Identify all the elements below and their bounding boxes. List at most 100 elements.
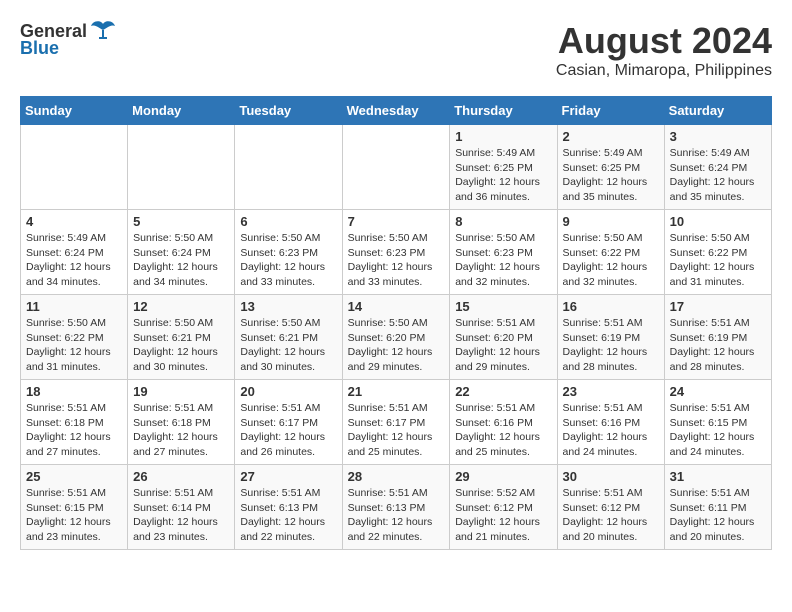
day-number: 18 bbox=[26, 384, 122, 399]
calendar-cell-w5-d5: 29Sunrise: 5:52 AM Sunset: 6:12 PM Dayli… bbox=[450, 465, 557, 550]
calendar-cell-w2-d3: 6Sunrise: 5:50 AM Sunset: 6:23 PM Daylig… bbox=[235, 210, 342, 295]
calendar-cell-w5-d2: 26 Sunrise: 5:51 AM Sunset: 6:14 PM Dayli… bbox=[128, 465, 235, 550]
title-area: August 2024 Casian, Mimaropa, Philippine… bbox=[556, 20, 772, 80]
calendar-week-1: 1 Sunrise: 5:49 AM Sunset: 6:25 PM Daylig… bbox=[21, 125, 772, 210]
day-info: Sunrise: 5:52 AM Sunset: 6:12 PM Dayligh… bbox=[455, 486, 551, 545]
day-number: 22 bbox=[455, 384, 551, 399]
logo-bird-icon bbox=[89, 20, 117, 42]
calendar-cell-w3-d6: 16 Sunrise: 5:51 AM Sunset: 6:19 PM Dayli… bbox=[557, 295, 664, 380]
day-number: 2 bbox=[563, 129, 659, 144]
day-number: 30 bbox=[563, 469, 659, 484]
header-saturday: Saturday bbox=[664, 97, 771, 125]
calendar-cell-w5-d1: 25 Sunrise: 5:51 AM Sunset: 6:15 PM Dayli… bbox=[21, 465, 128, 550]
header: General Blue August 2024 Casian, Mimarop… bbox=[20, 20, 772, 80]
day-info: Sunrise: 5:51 AM Sunset: 6:16 PM Dayligh… bbox=[455, 401, 551, 460]
day-info: Sunrise: 5:51 AM Sunset: 6:18 PM Dayligh… bbox=[26, 401, 122, 460]
day-number: 16 bbox=[563, 299, 659, 314]
day-info: Sunrise: 5:51 AM Sunset: 6:19 PM Dayligh… bbox=[563, 316, 659, 375]
day-info: Sunrise: 5:51 AM Sunset: 6:15 PM Dayligh… bbox=[670, 401, 766, 460]
header-wednesday: Wednesday bbox=[342, 97, 450, 125]
day-info: Sunrise: 5:51 AM Sunset: 6:16 PM Dayligh… bbox=[563, 401, 659, 460]
day-info: Sunrise: 5:51 AM Sunset: 6:17 PM Dayligh… bbox=[240, 401, 336, 460]
day-number: 23 bbox=[563, 384, 659, 399]
calendar-cell-w2-d4: 7Sunrise: 5:50 AM Sunset: 6:23 PM Daylig… bbox=[342, 210, 450, 295]
day-number: 26 bbox=[133, 469, 229, 484]
calendar-cell-w2-d2: 5 Sunrise: 5:50 AM Sunset: 6:24 PM Daylig… bbox=[128, 210, 235, 295]
day-info: Sunrise: 5:50 AM Sunset: 6:20 PM Dayligh… bbox=[348, 316, 445, 375]
calendar-cell-w5-d4: 28 Sunrise: 5:51 AM Sunset: 6:13 PM Dayli… bbox=[342, 465, 450, 550]
calendar-cell-w3-d1: 11 Sunrise: 5:50 AM Sunset: 6:22 PM Dayli… bbox=[21, 295, 128, 380]
day-number: 8 bbox=[455, 214, 551, 229]
day-info: Sunrise: 5:50 AM Sunset: 6:22 PM Dayligh… bbox=[670, 231, 766, 290]
calendar-week-3: 11 Sunrise: 5:50 AM Sunset: 6:22 PM Dayli… bbox=[21, 295, 772, 380]
calendar-cell-w4-d7: 24Sunrise: 5:51 AM Sunset: 6:15 PM Dayli… bbox=[664, 380, 771, 465]
day-number: 27 bbox=[240, 469, 336, 484]
calendar-table: SundayMondayTuesdayWednesdayThursdayFrid… bbox=[20, 96, 772, 550]
day-number: 28 bbox=[348, 469, 445, 484]
day-info: Sunrise: 5:49 AM Sunset: 6:25 PM Dayligh… bbox=[563, 146, 659, 205]
day-number: 1 bbox=[455, 129, 551, 144]
day-number: 19 bbox=[133, 384, 229, 399]
calendar-cell-w3-d3: 13 Sunrise: 5:50 AM Sunset: 6:21 PM Dayli… bbox=[235, 295, 342, 380]
calendar-cell-w2-d6: 9 Sunrise: 5:50 AM Sunset: 6:22 PM Daylig… bbox=[557, 210, 664, 295]
day-number: 11 bbox=[26, 299, 122, 314]
calendar-cell-w1-d7: 3 Sunrise: 5:49 AM Sunset: 6:24 PM Daylig… bbox=[664, 125, 771, 210]
location-subtitle: Casian, Mimaropa, Philippines bbox=[556, 62, 772, 80]
logo-blue: Blue bbox=[20, 38, 59, 59]
day-info: Sunrise: 5:51 AM Sunset: 6:20 PM Dayligh… bbox=[455, 316, 551, 375]
header-thursday: Thursday bbox=[450, 97, 557, 125]
day-info: Sunrise: 5:50 AM Sunset: 6:22 PM Dayligh… bbox=[563, 231, 659, 290]
calendar-cell-w2-d7: 10Sunrise: 5:50 AM Sunset: 6:22 PM Dayli… bbox=[664, 210, 771, 295]
day-number: 3 bbox=[670, 129, 766, 144]
day-info: Sunrise: 5:50 AM Sunset: 6:24 PM Dayligh… bbox=[133, 231, 229, 290]
day-number: 5 bbox=[133, 214, 229, 229]
calendar-cell-w1-d1 bbox=[21, 125, 128, 210]
day-info: Sunrise: 5:50 AM Sunset: 6:21 PM Dayligh… bbox=[133, 316, 229, 375]
calendar-cell-w2-d5: 8 Sunrise: 5:50 AM Sunset: 6:23 PM Daylig… bbox=[450, 210, 557, 295]
calendar-cell-w2-d1: 4Sunrise: 5:49 AM Sunset: 6:24 PM Daylig… bbox=[21, 210, 128, 295]
day-info: Sunrise: 5:51 AM Sunset: 6:12 PM Dayligh… bbox=[563, 486, 659, 545]
calendar-cell-w4-d4: 21Sunrise: 5:51 AM Sunset: 6:17 PM Dayli… bbox=[342, 380, 450, 465]
header-tuesday: Tuesday bbox=[235, 97, 342, 125]
day-number: 25 bbox=[26, 469, 122, 484]
day-info: Sunrise: 5:49 AM Sunset: 6:24 PM Dayligh… bbox=[670, 146, 766, 205]
day-number: 17 bbox=[670, 299, 766, 314]
calendar-cell-w1-d2 bbox=[128, 125, 235, 210]
calendar-cell-w1-d6: 2 Sunrise: 5:49 AM Sunset: 6:25 PM Daylig… bbox=[557, 125, 664, 210]
day-number: 4 bbox=[26, 214, 122, 229]
month-year-title: August 2024 bbox=[556, 20, 772, 62]
calendar-cell-w5-d3: 27Sunrise: 5:51 AM Sunset: 6:13 PM Dayli… bbox=[235, 465, 342, 550]
calendar-cell-w4-d5: 22 Sunrise: 5:51 AM Sunset: 6:16 PM Dayli… bbox=[450, 380, 557, 465]
day-number: 14 bbox=[348, 299, 445, 314]
day-info: Sunrise: 5:51 AM Sunset: 6:14 PM Dayligh… bbox=[133, 486, 229, 545]
day-number: 13 bbox=[240, 299, 336, 314]
day-number: 9 bbox=[563, 214, 659, 229]
calendar-week-4: 18 Sunrise: 5:51 AM Sunset: 6:18 PM Dayli… bbox=[21, 380, 772, 465]
calendar-cell-w3-d2: 12Sunrise: 5:50 AM Sunset: 6:21 PM Dayli… bbox=[128, 295, 235, 380]
day-number: 21 bbox=[348, 384, 445, 399]
header-monday: Monday bbox=[128, 97, 235, 125]
day-number: 15 bbox=[455, 299, 551, 314]
day-info: Sunrise: 5:50 AM Sunset: 6:23 PM Dayligh… bbox=[455, 231, 551, 290]
calendar-cell-w4-d1: 18 Sunrise: 5:51 AM Sunset: 6:18 PM Dayli… bbox=[21, 380, 128, 465]
day-info: Sunrise: 5:50 AM Sunset: 6:21 PM Dayligh… bbox=[240, 316, 336, 375]
day-number: 31 bbox=[670, 469, 766, 484]
day-number: 20 bbox=[240, 384, 336, 399]
calendar-cell-w1-d5: 1Sunrise: 5:49 AM Sunset: 6:25 PM Daylig… bbox=[450, 125, 557, 210]
day-number: 6 bbox=[240, 214, 336, 229]
day-info: Sunrise: 5:51 AM Sunset: 6:15 PM Dayligh… bbox=[26, 486, 122, 545]
day-info: Sunrise: 5:50 AM Sunset: 6:23 PM Dayligh… bbox=[348, 231, 445, 290]
day-info: Sunrise: 5:51 AM Sunset: 6:19 PM Dayligh… bbox=[670, 316, 766, 375]
day-info: Sunrise: 5:51 AM Sunset: 6:18 PM Dayligh… bbox=[133, 401, 229, 460]
calendar-cell-w3-d7: 17 Sunrise: 5:51 AM Sunset: 6:19 PM Dayli… bbox=[664, 295, 771, 380]
calendar-cell-w1-d4 bbox=[342, 125, 450, 210]
header-friday: Friday bbox=[557, 97, 664, 125]
calendar-cell-w4-d3: 20 Sunrise: 5:51 AM Sunset: 6:17 PM Dayli… bbox=[235, 380, 342, 465]
day-info: Sunrise: 5:50 AM Sunset: 6:22 PM Dayligh… bbox=[26, 316, 122, 375]
calendar-week-5: 25 Sunrise: 5:51 AM Sunset: 6:15 PM Dayli… bbox=[21, 465, 772, 550]
calendar-cell-w3-d5: 15 Sunrise: 5:51 AM Sunset: 6:20 PM Dayli… bbox=[450, 295, 557, 380]
calendar-cell-w4-d2: 19 Sunrise: 5:51 AM Sunset: 6:18 PM Dayli… bbox=[128, 380, 235, 465]
day-info: Sunrise: 5:51 AM Sunset: 6:13 PM Dayligh… bbox=[348, 486, 445, 545]
calendar-cell-w4-d6: 23 Sunrise: 5:51 AM Sunset: 6:16 PM Dayli… bbox=[557, 380, 664, 465]
calendar-cell-w1-d3 bbox=[235, 125, 342, 210]
